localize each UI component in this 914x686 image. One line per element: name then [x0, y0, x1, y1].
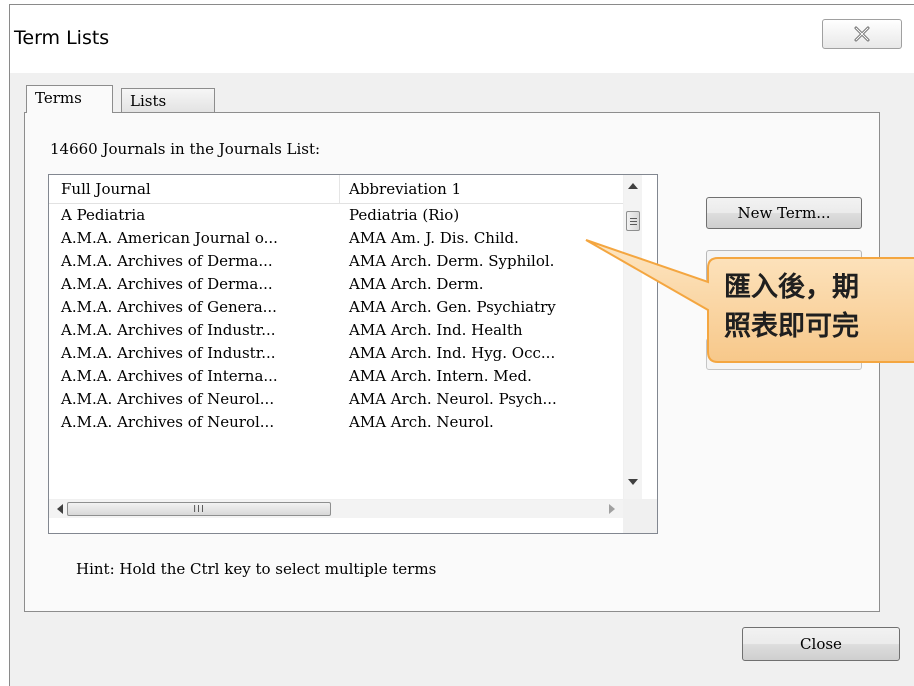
scroll-up-button[interactable]: [624, 177, 642, 195]
table-row[interactable]: A Pediatria Pediatria (Rio): [49, 204, 623, 227]
table-row[interactable]: A.M.A. Archives of Neurol... AMA Arch. Ne…: [49, 411, 623, 434]
column-header-abbreviation-1[interactable]: Abbreviation 1: [349, 180, 461, 198]
window-close-button[interactable]: [822, 19, 902, 49]
row-full-journal: A.M.A. Archives of Derma...: [61, 275, 273, 293]
callout-line-2: 照表即可完: [724, 311, 859, 342]
row-abbreviation: AMA Arch. Neurol.: [349, 413, 494, 431]
list-header: Full Journal Abbreviation 1: [49, 175, 623, 204]
row-full-journal: A.M.A. Archives of Neurol...: [61, 413, 275, 431]
title-bar: Term Lists: [10, 5, 914, 73]
column-divider[interactable]: [339, 175, 340, 203]
column-header-full-journal[interactable]: Full Journal: [61, 180, 151, 198]
row-abbreviation: AMA Arch. Derm. Syphilol.: [349, 252, 555, 270]
row-abbreviation: AMA Arch. Ind. Health: [349, 321, 523, 339]
new-term-button[interactable]: New Term...: [706, 197, 862, 229]
horizontal-scroll-thumb[interactable]: III: [67, 502, 331, 516]
triangle-left-icon: [57, 504, 63, 514]
callout-line-1: 匯入後，期: [724, 272, 859, 303]
table-row[interactable]: A.M.A. Archives of Industr... AMA Arch. I…: [49, 342, 623, 365]
row-full-journal: A.M.A. Archives of Derma...: [61, 252, 273, 270]
journal-count-label: 14660 Journals in the Journals List:: [50, 140, 321, 158]
vertical-scrollbar[interactable]: [623, 175, 642, 499]
scrollbar-corner: [623, 499, 657, 533]
table-row[interactable]: A.M.A. Archives of Derma... AMA Arch. Der…: [49, 250, 623, 273]
callout-text: 匯入後，期 照表即可完: [724, 268, 914, 346]
row-full-journal: A.M.A. Archives of Industr...: [61, 321, 276, 339]
journal-list-view[interactable]: Full Journal Abbreviation 1 A Pediatria P…: [48, 174, 658, 534]
row-full-journal: A.M.A. Archives of Interna...: [61, 367, 278, 385]
table-row[interactable]: A.M.A. Archives of Industr... AMA Arch. I…: [49, 319, 623, 342]
row-abbreviation: AMA Arch. Neurol. Psych...: [349, 390, 557, 408]
row-full-journal: A.M.A. Archives of Neurol...: [61, 390, 275, 408]
triangle-right-icon: [609, 504, 615, 514]
row-full-journal: A Pediatria: [61, 206, 146, 224]
table-row[interactable]: A.M.A. American Journal o... AMA Am. J. D…: [49, 227, 623, 250]
row-full-journal: A.M.A. Archives of Industr...: [61, 344, 276, 362]
window-title: Term Lists: [14, 27, 110, 49]
scroll-down-button[interactable]: [624, 473, 642, 491]
close-icon: [854, 26, 870, 42]
row-abbreviation: AMA Arch. Ind. Hyg. Occ...: [349, 344, 556, 362]
row-abbreviation: AMA Arch. Derm.: [349, 275, 484, 293]
horizontal-scrollbar[interactable]: III: [49, 499, 623, 518]
row-abbreviation: Pediatria (Rio): [349, 206, 460, 224]
close-button[interactable]: Close: [742, 627, 900, 661]
row-full-journal: A.M.A. American Journal o...: [61, 229, 278, 247]
row-abbreviation: AMA Am. J. Dis. Child.: [349, 229, 519, 247]
table-row[interactable]: A.M.A. Archives of Interna... AMA Arch. I…: [49, 365, 623, 388]
scroll-right-button[interactable]: [603, 500, 621, 518]
triangle-down-icon: [628, 479, 638, 485]
list-rows: A Pediatria Pediatria (Rio) A.M.A. Americ…: [49, 204, 623, 504]
table-row[interactable]: A.M.A. Archives of Genera... AMA Arch. Ge…: [49, 296, 623, 319]
row-full-journal: A.M.A. Archives of Genera...: [61, 298, 277, 316]
hint-text: Hint: Hold the Ctrl key to select multip…: [76, 560, 437, 578]
tab-terms[interactable]: Terms: [26, 85, 113, 113]
tab-lists[interactable]: Lists: [121, 88, 215, 112]
vertical-scroll-thumb[interactable]: [626, 211, 640, 231]
table-row[interactable]: A.M.A. Archives of Neurol... AMA Arch. Ne…: [49, 388, 623, 411]
triangle-up-icon: [628, 183, 638, 189]
table-row[interactable]: A.M.A. Archives of Derma... AMA Arch. Der…: [49, 273, 623, 296]
row-abbreviation: AMA Arch. Intern. Med.: [349, 367, 532, 385]
scroll-grip: III: [193, 503, 205, 515]
row-abbreviation: AMA Arch. Gen. Psychiatry: [349, 298, 556, 316]
